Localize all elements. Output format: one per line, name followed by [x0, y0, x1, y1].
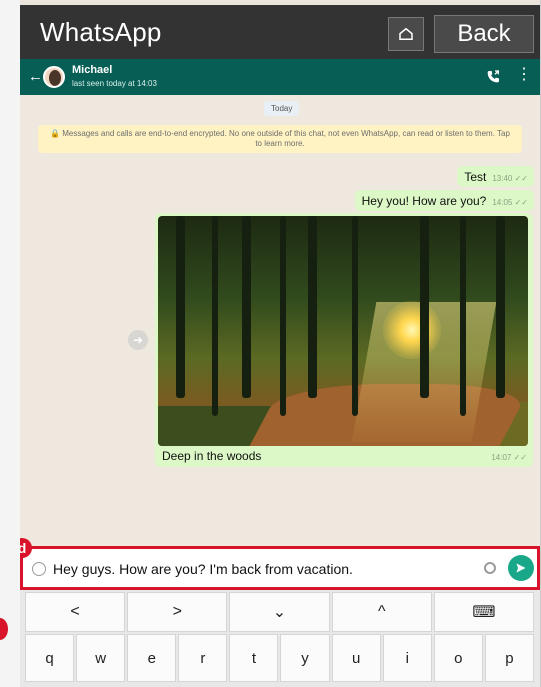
keyboard-navigation-row: < > ⌄ ^ ⌨: [25, 592, 534, 632]
photo-tree: [496, 216, 505, 398]
send-button[interactable]: [508, 555, 534, 581]
key-t[interactable]: t: [229, 634, 279, 682]
image-message[interactable]: Deep in the woods 14:07 ✓✓: [155, 213, 533, 467]
keyboard-hide-key[interactable]: ⌨: [433, 592, 534, 632]
left-frame-strip: [0, 0, 20, 687]
photo-tree: [308, 216, 317, 398]
share-arrow-icon[interactable]: ➜: [128, 330, 148, 350]
photo-sunburst: [383, 301, 441, 359]
photo-tree: [460, 216, 466, 416]
key-u[interactable]: u: [331, 634, 381, 682]
send-icon: [516, 563, 526, 573]
message-text: Test: [464, 170, 487, 184]
photo-tree: [420, 216, 429, 398]
key-y[interactable]: y: [280, 634, 330, 682]
phone-icon[interactable]: [485, 69, 501, 85]
photo-tree: [176, 216, 185, 398]
message-time: 13:40 ✓✓: [492, 174, 528, 183]
chat-header: ← Michael last seen today at 14:03 ⋮: [20, 59, 540, 95]
cursor-down-key[interactable]: ⌄: [229, 592, 330, 632]
outgoing-message[interactable]: Test 13:40 ✓✓: [457, 166, 534, 187]
key-e[interactable]: e: [127, 634, 177, 682]
cursor-right-key[interactable]: >: [127, 592, 228, 632]
contact-name[interactable]: Michael: [72, 64, 112, 76]
emoji-icon[interactable]: [32, 562, 46, 576]
device-screen: WhatsApp Back ← Michael last seen today …: [20, 0, 540, 687]
message-time: 14:05 ✓✓: [492, 198, 528, 207]
last-seen-status: last seen today at 14:03: [72, 79, 157, 88]
key-o[interactable]: o: [433, 634, 483, 682]
message-time: 14:07 ✓✓: [491, 453, 527, 462]
home-outline-icon: [399, 27, 413, 40]
back-button[interactable]: Back: [434, 15, 534, 53]
outgoing-message[interactable]: Hey you! How are you? 14:05 ✓✓: [354, 190, 534, 211]
key-q[interactable]: q: [25, 634, 75, 682]
key-p[interactable]: p: [484, 634, 534, 682]
avatar[interactable]: [43, 66, 65, 88]
keyboard: < > ⌄ ^ ⌨ q w e r t y u i o p: [20, 590, 540, 687]
date-divider: Today: [264, 101, 300, 116]
key-w[interactable]: w: [76, 634, 126, 682]
photo-tree: [280, 216, 286, 416]
key-r[interactable]: r: [178, 634, 228, 682]
chat-area: Today 🔒 Messages and calls are end-to-en…: [20, 95, 540, 546]
cursor-left-key[interactable]: <: [25, 592, 126, 632]
menu-icon[interactable]: ⋮: [516, 67, 532, 83]
app-top-bar: WhatsApp Back: [20, 5, 540, 59]
security-notice[interactable]: 🔒 Messages and calls are end-to-end encr…: [38, 125, 522, 153]
photo-tree: [352, 216, 358, 416]
message-input[interactable]: [53, 558, 483, 580]
cursor-up-key[interactable]: ^: [331, 592, 432, 632]
key-i[interactable]: i: [382, 634, 432, 682]
back-arrow-icon[interactable]: ←: [28, 68, 43, 85]
message-text: Hey you! How are you?: [361, 194, 487, 208]
photo-tree: [212, 216, 218, 416]
photo-tree: [242, 216, 251, 398]
home-button[interactable]: [388, 17, 424, 51]
app-title: WhatsApp: [40, 17, 162, 47]
image-caption: Deep in the woods: [162, 449, 262, 463]
forest-photo[interactable]: [158, 216, 528, 446]
keyboard-letter-row: q w e r t y u i o p: [25, 634, 534, 682]
